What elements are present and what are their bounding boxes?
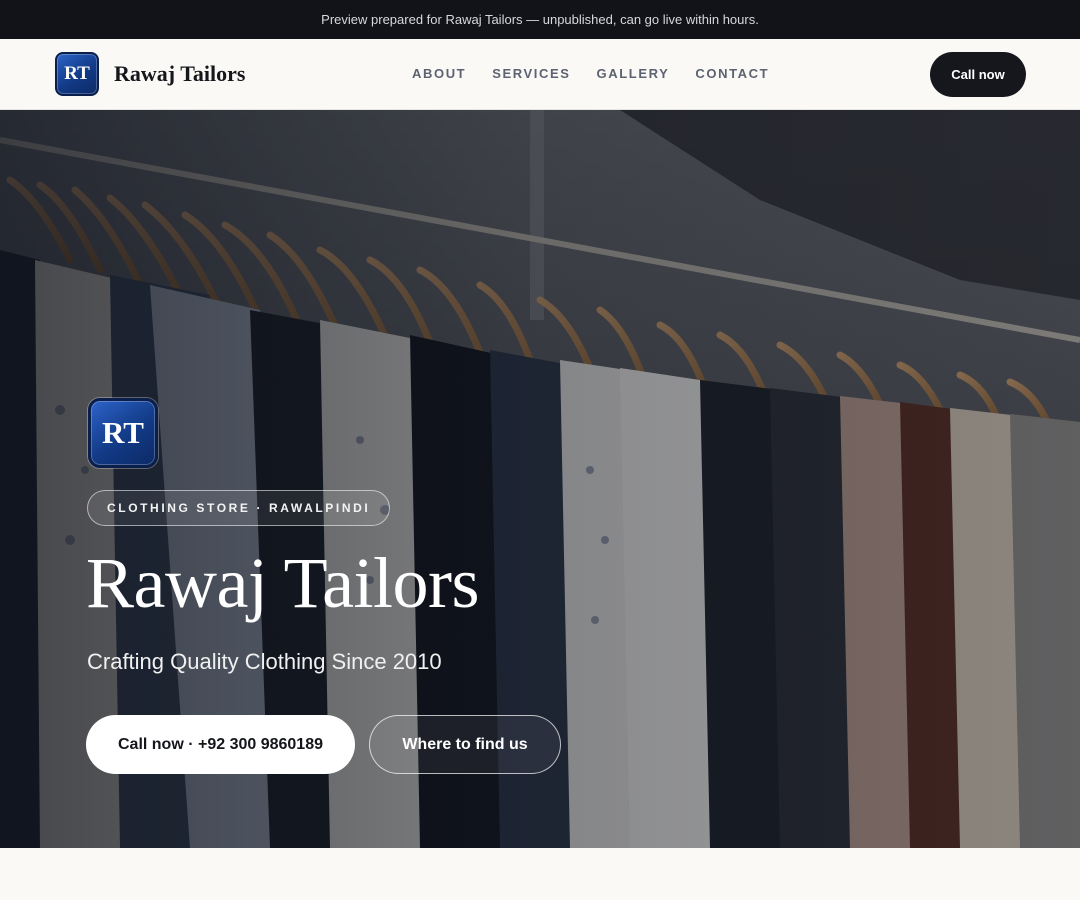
brand-name[interactable]: Rawaj Tailors <box>114 61 245 87</box>
call-now-button[interactable]: Call now · +92 300 9860189 <box>86 715 355 774</box>
header-call-button[interactable]: Call now <box>930 52 1026 97</box>
site-header: RT Rawaj Tailors ABOUT SERVICES GALLERY … <box>0 39 1080 110</box>
logo-badge[interactable]: RT <box>55 52 99 96</box>
hero-title: Rawaj Tailors <box>86 543 480 623</box>
preview-banner-text: Preview prepared for Rawaj Tailors — unp… <box>321 12 759 27</box>
main-nav: ABOUT SERVICES GALLERY CONTACT <box>412 66 795 81</box>
nav-gallery[interactable]: GALLERY <box>597 66 670 81</box>
hero-section: RT CLOTHING STORE · RAWALPINDI Rawaj Tai… <box>0 110 1080 848</box>
nav-contact[interactable]: CONTACT <box>695 66 769 81</box>
nav-about[interactable]: ABOUT <box>412 66 466 81</box>
hero-subtitle: Crafting Quality Clothing Since 2010 <box>87 649 442 674</box>
find-us-button[interactable]: Where to find us <box>369 715 561 774</box>
nav-services[interactable]: SERVICES <box>492 66 570 81</box>
preview-banner: Preview prepared for Rawaj Tailors — unp… <box>0 0 1080 39</box>
category-pill: CLOTHING STORE · RAWALPINDI <box>87 490 391 526</box>
hero-logo: RT <box>88 398 158 468</box>
